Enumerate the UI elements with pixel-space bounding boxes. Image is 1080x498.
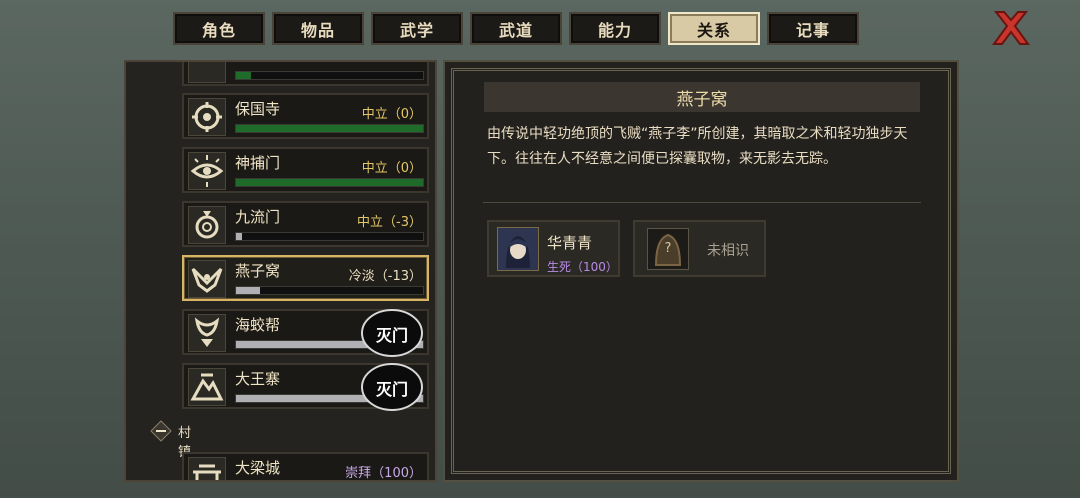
destroyed-stamp-label: 灭门 <box>375 380 408 399</box>
faction-name: 九流门 <box>235 208 281 226</box>
tab-journal[interactable]: 记事 <box>767 12 859 45</box>
tab-abilities[interactable]: 能力 <box>569 12 661 45</box>
eye-emblem-icon <box>188 152 226 190</box>
tab-martial-way[interactable]: 武道 <box>470 12 562 45</box>
member-name: 华青青 <box>547 234 593 252</box>
faction-name: 燕子窝 <box>235 262 281 280</box>
destroyed-stamp: 灭门 <box>361 309 423 357</box>
detail-title: 燕子窝 <box>484 82 920 112</box>
faction-row-dawangzhai[interactable]: 大王寨 灭门 <box>182 363 429 411</box>
swallow-emblem-icon <box>188 260 226 298</box>
town-name: 大梁城 <box>235 459 281 477</box>
tab-items[interactable]: 物品 <box>272 12 364 45</box>
destroyed-stamp-label: 灭门 <box>375 326 408 345</box>
faction-name: 神捕门 <box>235 154 281 172</box>
faction-emblem-icon <box>188 62 226 83</box>
faction-row-jiuliumen[interactable]: 九流门 中立（-3） <box>182 201 429 247</box>
mountain-emblem-icon <box>188 368 226 406</box>
faction-status: 中立（0） <box>361 161 422 176</box>
reputation-bar <box>235 286 424 295</box>
faction-row-baoguosi[interactable]: 保国寺 中立（0） <box>182 93 429 139</box>
faction-name: 保国寺 <box>235 100 281 118</box>
close-x-icon <box>992 11 1030 45</box>
divider <box>483 202 921 203</box>
town-row-daliangcheng[interactable]: 大梁城 崇拜（100） <box>182 452 429 481</box>
reputation-bar <box>235 178 424 187</box>
faction-row-yanziwo[interactable]: 燕子窝 冷淡（-13） <box>182 255 429 301</box>
town-status: 崇拜（100） <box>345 466 422 481</box>
member-card[interactable]: 华青青 生死（100） <box>487 220 620 277</box>
tab-character[interactable]: 角色 <box>173 12 265 45</box>
member-name: 未相识 <box>707 243 749 259</box>
faction-status: 中立（0） <box>361 107 422 122</box>
faction-name: 大王寨 <box>235 370 281 388</box>
faction-row-partial[interactable] <box>182 62 429 86</box>
faction-list-panel[interactable]: 保国寺 中立（0） 神捕门 中立（0） 九流门 中立（-3） 燕子窝 冷淡（-1… <box>124 60 437 482</box>
tab-relations[interactable]: 关系 <box>668 12 760 45</box>
faction-row-haijiaobang[interactable]: 海蛟帮 灭门 <box>182 309 429 357</box>
detail-description: 由传说中轻功绝顶的飞贼“燕子李”所创建，其暗取之术和轻功独步天下。往往在人不经意… <box>487 126 908 167</box>
question-mark-icon: ? <box>664 241 672 256</box>
reputation-bar <box>235 124 424 133</box>
swirl-emblem-icon <box>188 206 226 244</box>
collapse-minus-icon <box>150 420 172 442</box>
faction-status: 中立（-3） <box>357 215 422 230</box>
character-portrait <box>497 227 539 271</box>
dragon-emblem-icon <box>188 314 226 352</box>
city-emblem-icon <box>188 457 226 480</box>
temple-emblem-icon <box>188 98 226 136</box>
member-relation: 生死（100） <box>547 260 618 274</box>
tab-bar: 角色 物品 武学 武道 能力 关系 记事 <box>173 12 859 46</box>
close-button[interactable] <box>990 8 1032 48</box>
reputation-bar <box>235 232 424 241</box>
unknown-member-card[interactable]: ? 未相识 <box>633 220 766 277</box>
faction-row-shenbumen[interactable]: 神捕门 中立（0） <box>182 147 429 193</box>
faction-status: 冷淡（-13） <box>348 269 422 284</box>
faction-name: 海蛟帮 <box>235 316 281 334</box>
tab-martial-arts[interactable]: 武学 <box>371 12 463 45</box>
reputation-bar <box>235 71 424 80</box>
unknown-portrait: ? <box>647 228 689 270</box>
destroyed-stamp: 灭门 <box>361 363 423 411</box>
faction-detail-panel: 燕子窝 由传说中轻功绝顶的飞贼“燕子李”所创建，其暗取之术和轻功独步天下。往往在… <box>443 60 959 482</box>
